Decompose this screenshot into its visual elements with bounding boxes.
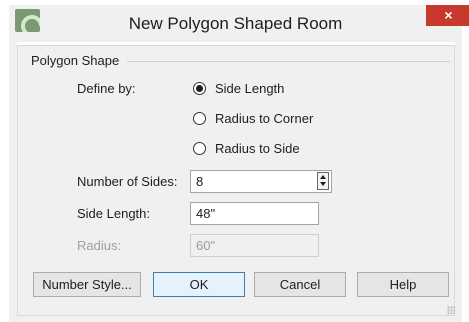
define-by-label: Define by:	[77, 81, 136, 96]
spin-down-icon[interactable]	[320, 182, 326, 186]
cancel-button[interactable]: Cancel	[254, 272, 346, 297]
radio-label-radius-to-side[interactable]: Radius to Side	[215, 141, 300, 156]
window-frame-left	[9, 42, 17, 322]
radio-side-length[interactable]	[193, 82, 206, 95]
window-frame-bottom	[9, 316, 462, 322]
app-logo-icon	[15, 9, 40, 32]
window-title: New Polygon Shaped Room	[128, 14, 343, 33]
resize-grip-icon[interactable]	[447, 306, 455, 314]
group-label-polygon-shape: Polygon Shape	[31, 53, 120, 68]
ok-button[interactable]: OK	[153, 272, 245, 297]
number-of-sides-input[interactable]: 8	[190, 170, 332, 193]
help-button[interactable]: Help	[357, 272, 449, 297]
number-of-sides-label: Number of Sides:	[77, 174, 178, 189]
radio-radius-to-corner[interactable]	[193, 112, 206, 125]
radio-label-radius-to-corner[interactable]: Radius to Corner	[215, 111, 313, 126]
group-divider	[127, 61, 450, 62]
title-bar[interactable]: New Polygon Shaped Room ×	[9, 5, 469, 42]
dialog-window: New Polygon Shaped Room × Polygon Shape …	[0, 0, 469, 322]
number-of-sides-spinner[interactable]	[317, 172, 329, 190]
radio-radius-to-side[interactable]	[193, 142, 206, 155]
close-button[interactable]: ×	[426, 5, 469, 26]
radio-selected-dot	[196, 85, 203, 92]
radius-label: Radius:	[77, 238, 122, 253]
radius-input: 60"	[190, 234, 319, 257]
number-style-button[interactable]: Number Style...	[33, 272, 141, 297]
window-frame-right	[455, 42, 462, 322]
radio-label-side-length[interactable]: Side Length	[215, 81, 284, 96]
side-length-label: Side Length:	[77, 206, 151, 221]
side-length-input[interactable]: 48"	[190, 202, 319, 225]
spin-up-icon[interactable]	[320, 175, 326, 179]
